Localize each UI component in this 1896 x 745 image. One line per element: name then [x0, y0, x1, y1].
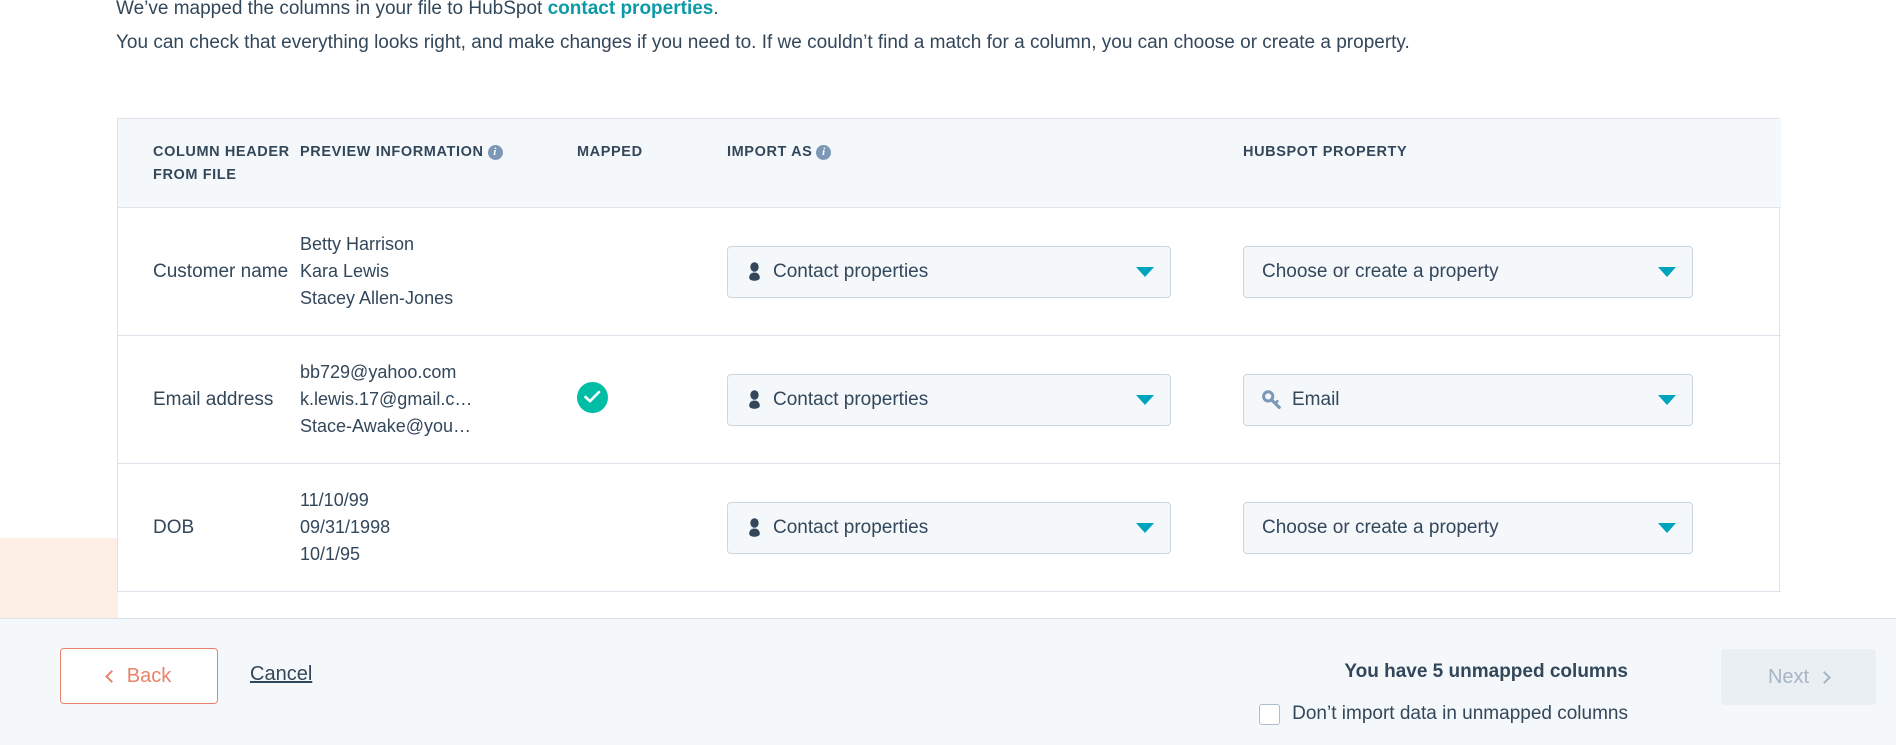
preview-line: Kara Lewis — [300, 258, 577, 285]
hubspot-property-dropdown-label: Choose or create a property — [1262, 261, 1648, 283]
cancel-link[interactable]: Cancel — [250, 663, 312, 686]
cell-import-as: Contact properties — [727, 208, 1243, 336]
next-button-label: Next — [1768, 666, 1809, 689]
hubspot-property-dropdown-label: Email — [1292, 389, 1648, 411]
import-as-dropdown[interactable]: Contact properties — [727, 502, 1171, 554]
chevron-down-icon — [1658, 267, 1676, 277]
contact-person-icon — [746, 390, 763, 410]
cell-column-name: Email address — [118, 336, 300, 464]
mapped-check-icon — [577, 382, 608, 413]
chevron-down-icon — [1136, 395, 1154, 405]
info-icon-import-as[interactable]: i — [816, 145, 831, 160]
contact-person-icon — [746, 518, 763, 538]
preview-line: bb729@yahoo.com — [300, 359, 577, 386]
header-import-as: IMPORT AS i — [727, 119, 1243, 208]
cell-mapped-status — [577, 336, 727, 464]
import-as-dropdown-label: Contact properties — [773, 261, 1126, 283]
import-as-dropdown-label: Contact properties — [773, 389, 1126, 411]
chevron-down-icon — [1658, 395, 1676, 405]
cell-import-as: Contact properties — [727, 336, 1243, 464]
dont-import-checkbox-row[interactable]: Don’t import data in unmapped columns — [1259, 703, 1628, 725]
cell-hubspot-property: Email — [1243, 336, 1781, 464]
preview-line: Stacey Allen-Jones — [300, 285, 577, 312]
preview-line: 11/10/99 — [300, 487, 577, 514]
chevron-down-icon — [1658, 523, 1676, 533]
preview-line: k.lewis.17@gmail.c… — [300, 386, 577, 413]
table-header-row: COLUMN HEADER FROM FILE PREVIEW INFORMAT… — [118, 119, 1781, 208]
header-hubspot-property-label: HUBSPOT PROPERTY — [1243, 144, 1407, 160]
cell-preview-information: Betty HarrisonKara LewisStacey Allen-Jon… — [300, 208, 577, 336]
table-row: DOB11/10/9909/31/199810/1/95 Contact prop… — [118, 464, 1781, 592]
column-mapping-table: COLUMN HEADER FROM FILE PREVIEW INFORMAT… — [118, 119, 1781, 592]
cell-hubspot-property: Choose or create a property — [1243, 208, 1781, 336]
decorative-peach-panel — [0, 538, 118, 618]
header-mapped: MAPPED — [577, 119, 727, 208]
contact-person-icon — [746, 262, 763, 282]
hubspot-property-dropdown[interactable]: Email — [1243, 374, 1693, 426]
back-button-label: Back — [127, 665, 171, 688]
cell-mapped-status — [577, 464, 727, 592]
header-column-header-from-file-label: COLUMN HEADER FROM FILE — [153, 144, 290, 183]
unmapped-columns-note: You have 5 unmapped columns — [1344, 661, 1628, 683]
preview-line: Stace-Awake@you… — [300, 413, 577, 440]
back-button[interactable]: Back — [60, 648, 218, 704]
import-as-dropdown[interactable]: Contact properties — [727, 374, 1171, 426]
chevron-down-icon — [1136, 267, 1154, 277]
table-row: Customer nameBetty HarrisonKara LewisSta… — [118, 208, 1781, 336]
cell-preview-information: bb729@yahoo.comk.lewis.17@gmail.c…Stace-… — [300, 336, 577, 464]
intro-line-2: You can check that everything looks righ… — [116, 26, 1816, 60]
header-hubspot-property: HUBSPOT PROPERTY — [1243, 119, 1781, 208]
cell-import-as: Contact properties — [727, 464, 1243, 592]
dont-import-checkbox[interactable] — [1259, 704, 1280, 725]
intro-copy: We’ve mapped the columns in your file to… — [116, 0, 1816, 60]
cell-mapped-status — [577, 208, 727, 336]
cell-preview-information: 11/10/9909/31/199810/1/95 — [300, 464, 577, 592]
hubspot-property-dropdown[interactable]: Choose or create a property — [1243, 502, 1693, 554]
import-as-dropdown-label: Contact properties — [773, 517, 1126, 539]
hubspot-property-dropdown[interactable]: Choose or create a property — [1243, 246, 1693, 298]
key-icon — [1262, 390, 1282, 410]
intro-line-1-suffix: . — [713, 0, 718, 19]
hubspot-property-dropdown-label: Choose or create a property — [1262, 517, 1648, 539]
table-body: Customer nameBetty HarrisonKara LewisSta… — [118, 208, 1781, 592]
cell-column-name: DOB — [118, 464, 300, 592]
column-mapping-table-wrapper: COLUMN HEADER FROM FILE PREVIEW INFORMAT… — [117, 118, 1780, 592]
header-preview-information: PREVIEW INFORMATION i — [300, 119, 577, 208]
chevron-right-icon — [1818, 671, 1831, 684]
table-header: COLUMN HEADER FROM FILE PREVIEW INFORMAT… — [118, 119, 1781, 208]
next-button[interactable]: Next — [1721, 649, 1876, 705]
info-icon-preview-information[interactable]: i — [488, 145, 503, 160]
dont-import-checkbox-label[interactable]: Don’t import data in unmapped columns — [1292, 703, 1628, 725]
header-column-header-from-file: COLUMN HEADER FROM FILE — [118, 119, 300, 208]
intro-line-1: We’ve mapped the columns in your file to… — [116, 0, 1816, 26]
cell-hubspot-property: Choose or create a property — [1243, 464, 1781, 592]
preview-line: 09/31/1998 — [300, 514, 577, 541]
header-preview-information-label: PREVIEW INFORMATION — [300, 144, 484, 160]
chevron-left-icon — [105, 670, 118, 683]
header-import-as-label: IMPORT AS — [727, 144, 812, 160]
cell-column-name: Customer name — [118, 208, 300, 336]
header-mapped-label: MAPPED — [577, 144, 643, 160]
preview-line: Betty Harrison — [300, 231, 577, 258]
preview-line: 10/1/95 — [300, 541, 577, 568]
import-as-dropdown[interactable]: Contact properties — [727, 246, 1171, 298]
footer-action-bar: Back Cancel You have 5 unmapped columns … — [0, 618, 1896, 745]
contact-properties-link[interactable]: contact properties — [548, 0, 714, 19]
intro-line-1-prefix: We’ve mapped the columns in your file to… — [116, 0, 548, 19]
chevron-down-icon — [1136, 523, 1154, 533]
table-row: Email addressbb729@yahoo.comk.lewis.17@g… — [118, 336, 1781, 464]
